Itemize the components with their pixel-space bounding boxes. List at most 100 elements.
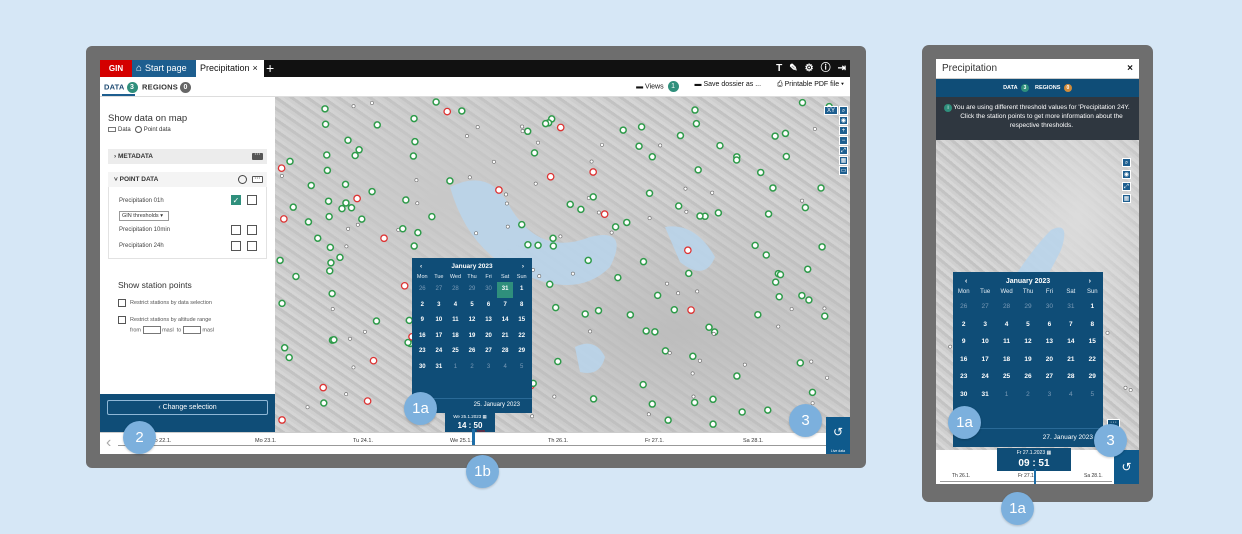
calendar-day[interactable]: 27 bbox=[1039, 368, 1060, 386]
station-marker[interactable] bbox=[821, 312, 829, 320]
calendar-day[interactable]: 20 bbox=[480, 329, 497, 345]
station-point[interactable] bbox=[1105, 330, 1110, 335]
logout-icon[interactable]: ⇥ bbox=[838, 60, 846, 77]
calendar-day[interactable]: 26 bbox=[1017, 368, 1038, 386]
checkbox-precip-24h-a[interactable] bbox=[231, 241, 241, 251]
calendar-day[interactable]: 1 bbox=[996, 386, 1017, 404]
station-marker[interactable] bbox=[530, 149, 539, 157]
station-marker[interactable] bbox=[341, 180, 350, 189]
calendar-day[interactable]: 3 bbox=[974, 316, 995, 334]
station-point[interactable] bbox=[588, 329, 592, 334]
calendar-day[interactable]: 8 bbox=[513, 298, 530, 314]
layers-icon[interactable]: ▦ bbox=[839, 156, 848, 165]
calendar-day[interactable]: 2 bbox=[953, 316, 974, 334]
wrench-icon[interactable]: ✎ bbox=[789, 60, 797, 77]
checkbox-precip-01h-a[interactable]: ✓ bbox=[231, 195, 241, 205]
calendar-day[interactable]: 28 bbox=[996, 298, 1017, 316]
station-marker-warning[interactable] bbox=[684, 246, 692, 255]
layers-icon[interactable]: ▦ bbox=[1122, 194, 1131, 203]
station-point[interactable] bbox=[537, 274, 542, 278]
calendar-day[interactable]: 7 bbox=[497, 298, 514, 314]
search-icon[interactable]: ⌕ bbox=[1122, 158, 1131, 167]
calendar-day[interactable]: 12 bbox=[1017, 333, 1038, 351]
station-marker[interactable] bbox=[347, 203, 356, 212]
station-marker[interactable] bbox=[733, 372, 741, 380]
station-point[interactable] bbox=[363, 329, 367, 334]
calendar-day[interactable]: 30 bbox=[480, 282, 497, 298]
station-point[interactable] bbox=[809, 359, 814, 364]
station-marker[interactable] bbox=[642, 327, 650, 335]
mobile-time-display[interactable]: Fr 27.1.2023 ▦ 09 : 51 bbox=[997, 448, 1071, 471]
station-point[interactable] bbox=[948, 344, 953, 349]
calendar-day[interactable]: 16 bbox=[414, 329, 431, 345]
calendar-day[interactable]: 21 bbox=[497, 329, 514, 345]
gear-icon[interactable]: ⚙ bbox=[805, 60, 814, 77]
altitude-from-input[interactable] bbox=[142, 326, 161, 334]
station-marker[interactable] bbox=[670, 305, 679, 314]
station-marker[interactable] bbox=[798, 291, 806, 300]
station-marker[interactable] bbox=[323, 151, 331, 159]
station-marker[interactable] bbox=[541, 119, 550, 128]
calendar-day[interactable]: 13 bbox=[1039, 333, 1060, 351]
calendar-day[interactable]: 3 bbox=[480, 360, 497, 376]
station-marker[interactable] bbox=[664, 416, 672, 424]
calendar-day[interactable]: 10 bbox=[974, 333, 995, 351]
station-point[interactable] bbox=[676, 291, 681, 296]
calendar-day[interactable]: 9 bbox=[953, 333, 974, 351]
locate-icon[interactable]: ◉ bbox=[1122, 170, 1131, 179]
station-point[interactable] bbox=[812, 127, 817, 131]
mobile-tab-data[interactable]: DATA 3 bbox=[1003, 83, 1029, 92]
station-marker-warning[interactable] bbox=[380, 234, 388, 243]
calendar-day[interactable]: 6 bbox=[1039, 316, 1060, 334]
calendar-day[interactable]: 15 bbox=[513, 313, 530, 329]
data-option-icon[interactable] bbox=[108, 127, 116, 132]
station-marker[interactable] bbox=[692, 119, 701, 128]
calendar-day[interactable]: 29 bbox=[513, 344, 530, 360]
calendar-day[interactable]: 23 bbox=[414, 344, 431, 360]
station-marker[interactable] bbox=[818, 243, 826, 251]
station-marker[interactable] bbox=[614, 273, 622, 282]
calendar-day[interactable]: 30 bbox=[414, 360, 431, 376]
station-point[interactable] bbox=[467, 175, 472, 180]
fullscreen-icon[interactable]: ⤢ bbox=[1122, 182, 1131, 191]
station-point[interactable] bbox=[330, 307, 335, 311]
station-marker[interactable] bbox=[320, 399, 328, 407]
station-point[interactable] bbox=[822, 306, 827, 311]
next-month-button[interactable]: › bbox=[1089, 278, 1091, 285]
tab-regions[interactable]: REGIONS 0 bbox=[142, 82, 191, 93]
station-point[interactable] bbox=[1128, 388, 1133, 392]
calendar-day[interactable]: 1 bbox=[1082, 298, 1103, 316]
calendar-day[interactable]: 6 bbox=[480, 298, 497, 314]
calendar-day[interactable]: 9 bbox=[414, 313, 431, 329]
station-marker[interactable] bbox=[342, 199, 350, 207]
calendar-day[interactable]: 15 bbox=[1082, 333, 1103, 351]
fullscreen-icon[interactable]: ⤢ bbox=[839, 146, 848, 155]
checkbox-precip-01h-b[interactable] bbox=[247, 195, 257, 205]
station-marker[interactable] bbox=[762, 251, 771, 259]
station-marker[interactable] bbox=[358, 215, 366, 223]
station-point[interactable] bbox=[351, 104, 356, 109]
station-marker[interactable] bbox=[458, 107, 466, 115]
station-point[interactable] bbox=[355, 222, 360, 227]
station-point[interactable] bbox=[520, 124, 525, 129]
station-marker[interactable] bbox=[769, 184, 777, 192]
calendar-day[interactable]: 5 bbox=[464, 298, 481, 314]
station-marker[interactable] bbox=[372, 317, 381, 325]
station-marker[interactable] bbox=[368, 187, 376, 196]
station-marker[interactable] bbox=[554, 357, 562, 366]
station-marker[interactable] bbox=[328, 289, 336, 298]
calendar-day[interactable]: 28 bbox=[447, 282, 464, 298]
station-marker[interactable] bbox=[402, 196, 410, 204]
calendar-day[interactable]: 26 bbox=[414, 282, 431, 298]
station-marker[interactable] bbox=[645, 189, 654, 198]
station-point[interactable] bbox=[1123, 385, 1128, 390]
history-button[interactable]: ↺ Live data bbox=[826, 417, 850, 454]
circle-toggle-icon[interactable] bbox=[238, 175, 247, 184]
station-point[interactable] bbox=[558, 234, 563, 239]
calendar-day[interactable]: 30 bbox=[1039, 298, 1060, 316]
restrict-selection-checkbox[interactable] bbox=[118, 299, 126, 307]
calendar-day[interactable]: 18 bbox=[996, 351, 1017, 369]
station-point[interactable] bbox=[370, 101, 374, 105]
station-marker[interactable] bbox=[321, 120, 330, 128]
views-button[interactable]: ▬ Views 1 bbox=[636, 81, 679, 92]
